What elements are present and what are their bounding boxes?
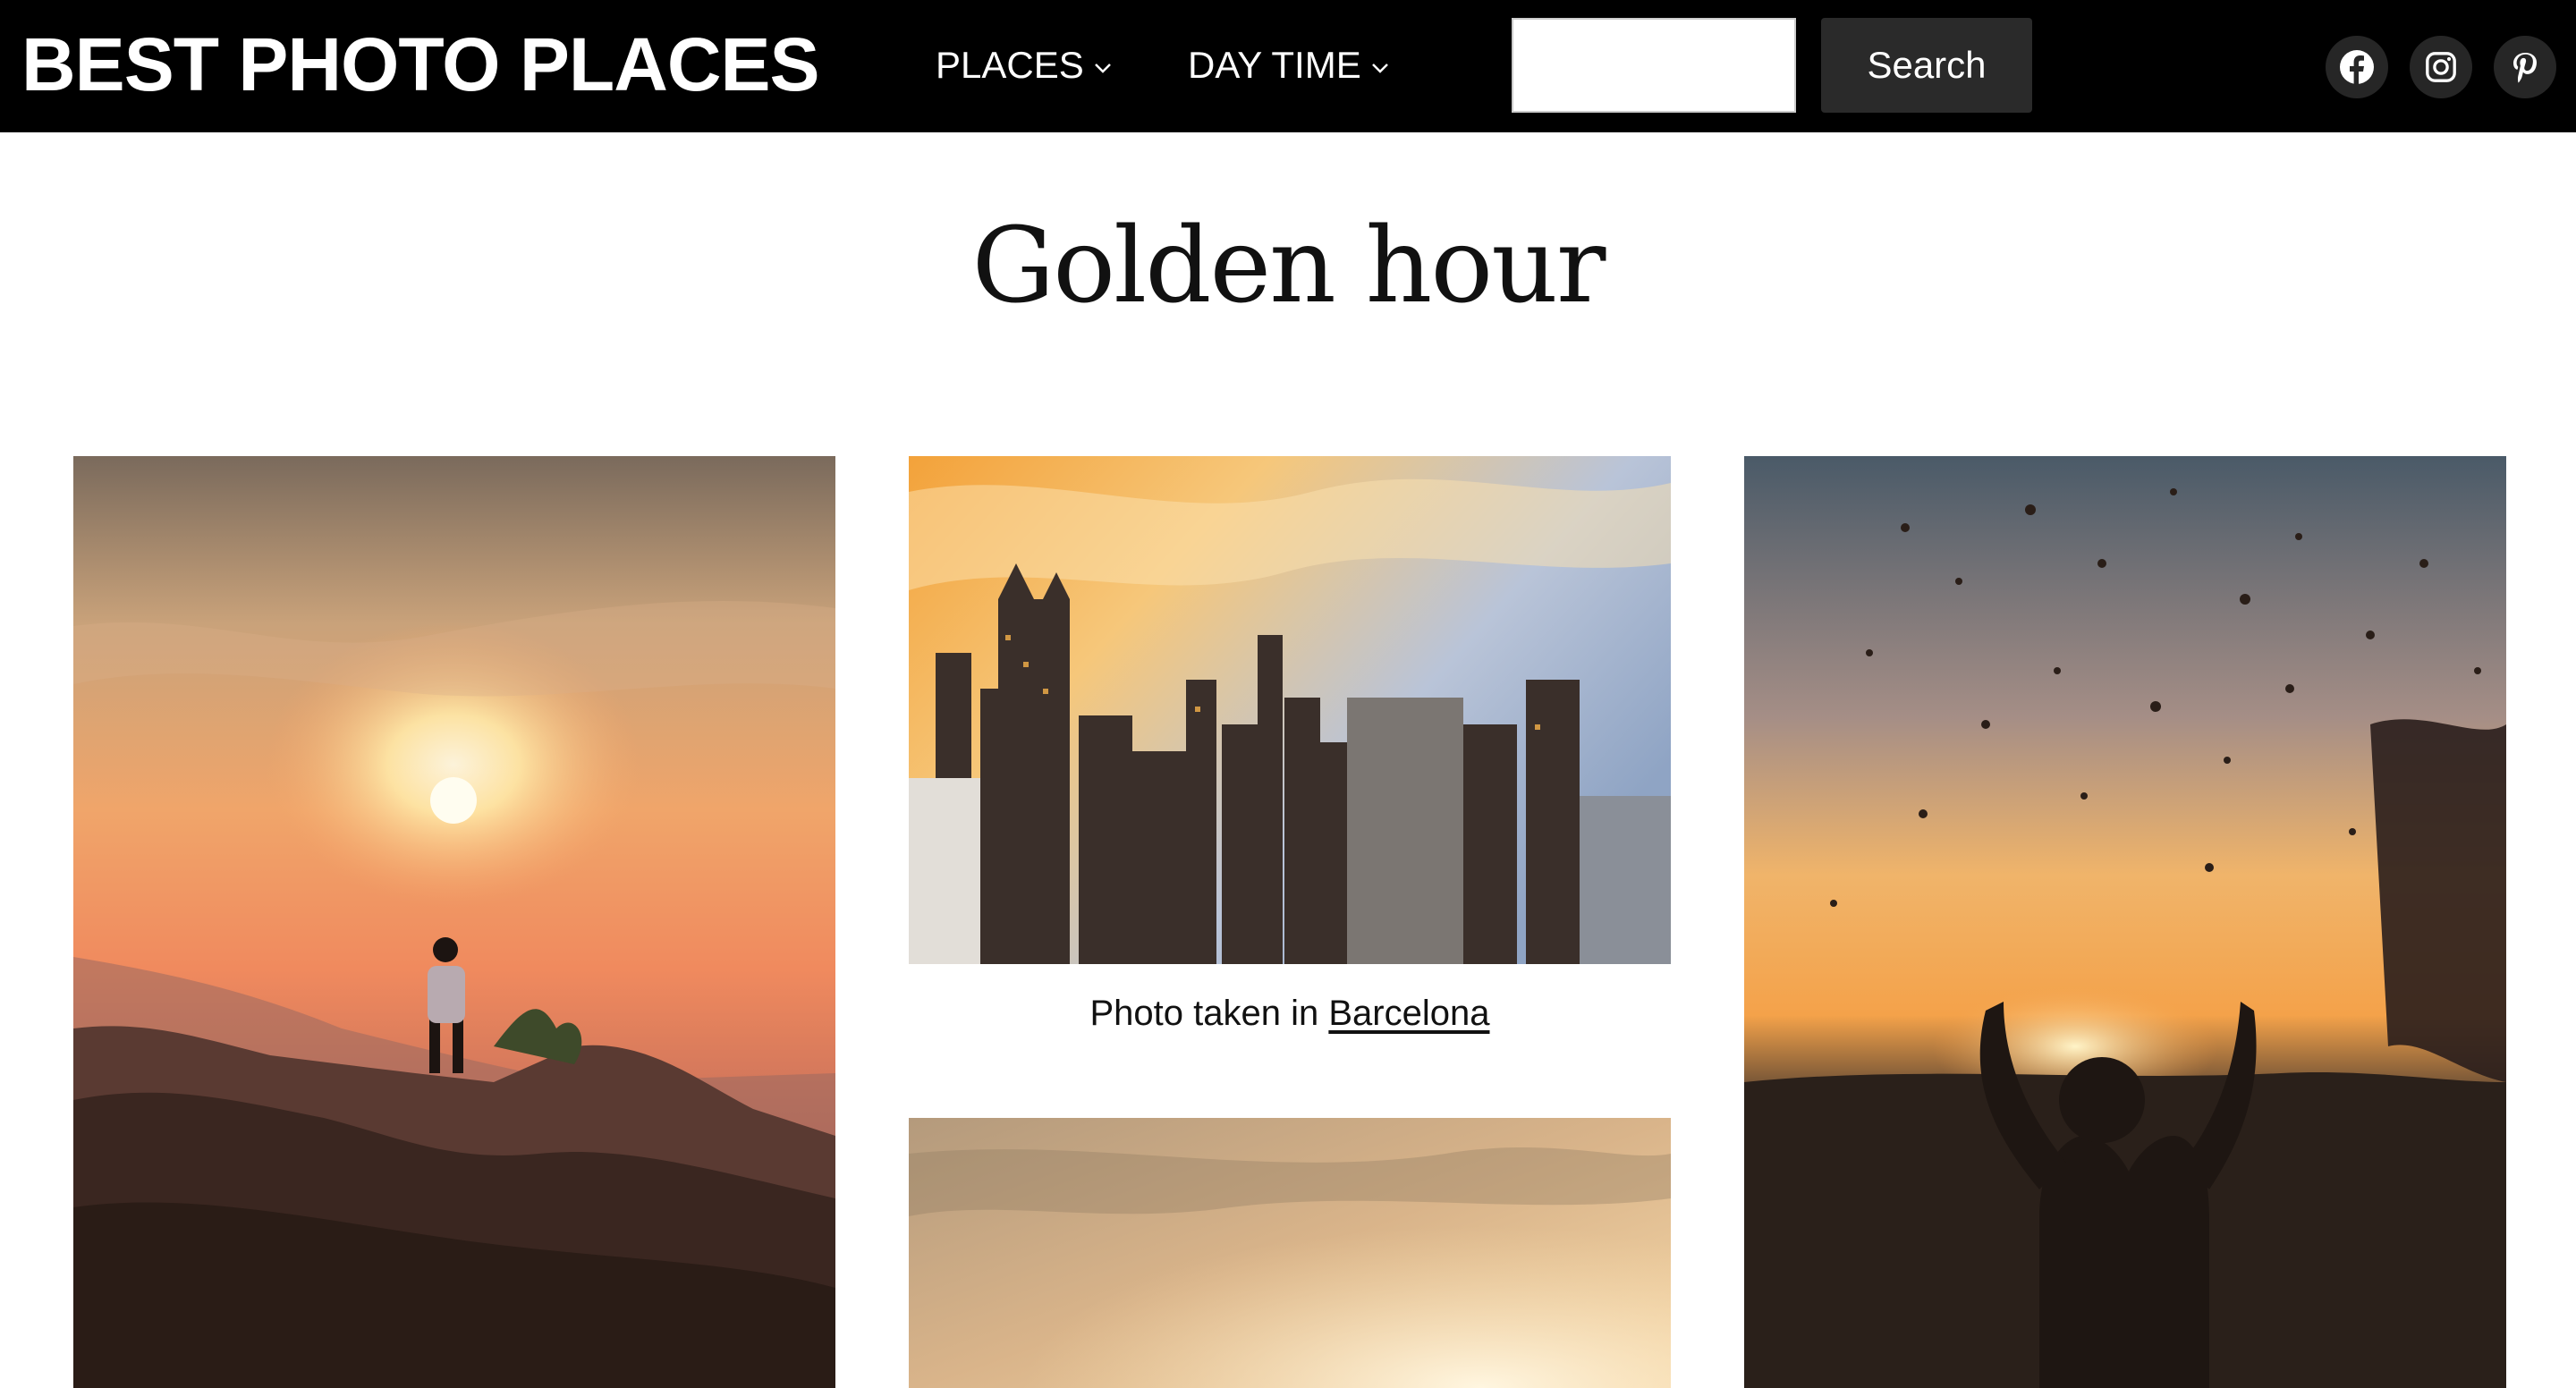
chevron-down-icon [1370,58,1390,78]
pinterest-link[interactable] [2494,36,2556,98]
site-title[interactable]: BEST PHOTO PLACES [21,20,820,109]
caption-location-link[interactable]: Barcelona [1328,994,1489,1033]
facebook-icon [2340,50,2374,85]
nav-daytime-menu[interactable]: DAY TIME [1188,36,1390,95]
caption-text: Photo taken in [1089,994,1329,1033]
nav-places-menu[interactable]: PLACES [936,36,1113,95]
water-splash-sunset-photo[interactable] [1744,456,2506,1388]
mountain-sunset-photo[interactable] [73,456,835,1388]
nav-daytime-label: DAY TIME [1188,44,1361,86]
site-header: BEST PHOTO PLACES PLACES DAY TIME Search [0,0,2576,132]
city-skyline-photo[interactable] [909,456,1671,964]
photo-caption: Photo taken in Barcelona [909,986,1671,1041]
golden-sky-photo[interactable] [909,1118,1671,1388]
pinterest-icon [2513,53,2537,83]
search-button[interactable]: Search [1821,18,2032,113]
instagram-icon [2426,52,2456,82]
facebook-link[interactable] [2326,36,2388,98]
instagram-link[interactable] [2410,36,2472,98]
page-title: Golden hour [971,206,1606,326]
nav-places-label: PLACES [936,44,1084,86]
chevron-down-icon [1093,58,1113,78]
search-input[interactable] [1512,18,1796,113]
